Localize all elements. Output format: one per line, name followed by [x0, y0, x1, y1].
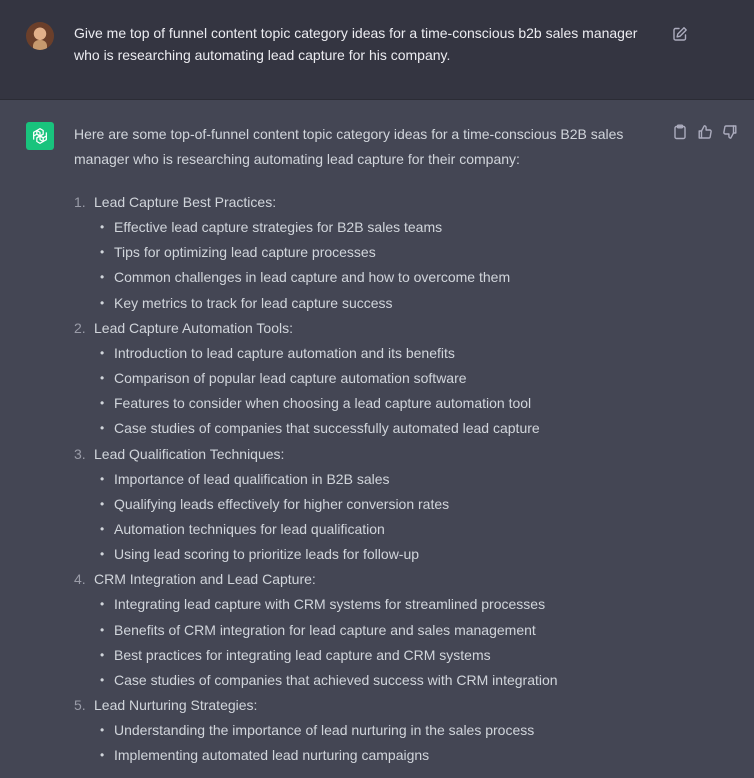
user-message-row: Give me top of funnel content topic cate…	[0, 0, 754, 100]
answer-intro: Here are some top-of-funnel content topi…	[74, 126, 624, 167]
topic-category: 5. Lead Nurturing Strategies: • Understan…	[74, 693, 674, 768]
topic-title: Lead Capture Automation Tools:	[94, 319, 293, 336]
topic-items: • Effective lead capture strategies for B…	[94, 215, 674, 316]
openai-logo-icon	[26, 122, 54, 150]
list-item: • Benefits of CRM integration for lead ca…	[100, 621, 536, 638]
list-item: • Best practices for integrating lead cap…	[100, 646, 491, 663]
topic-number: 2.	[74, 319, 86, 336]
list-item: • Case studies of companies that achieved…	[100, 672, 558, 689]
assistant-message-row: Here are some top-of-funnel content topi…	[0, 100, 754, 778]
list-item: • Common challenges in lead capture and h…	[100, 269, 511, 286]
thumbs-up-icon[interactable]	[697, 124, 713, 140]
list-item: • Using lead scoring to prioritize leads …	[100, 546, 420, 563]
topic-title: Lead Qualification Techniques:	[94, 445, 285, 462]
topic-items: • Understanding the importance of lead nu…	[94, 718, 674, 768]
topic-number: 1.	[74, 194, 86, 210]
topic-title: Lead Nurturing Strategies:	[94, 697, 258, 714]
user-message-text: Give me top of funnel content topic cate…	[74, 25, 638, 63]
list-item: • Tips for optimizing lead capture proces…	[100, 244, 376, 261]
topic-number: 4.	[74, 571, 86, 588]
list-item: • Introduction to lead capture automation…	[100, 344, 455, 361]
list-item: • Importance of lead qualification in B2B…	[100, 470, 390, 487]
list-item: • Comparison of popular lead capture auto…	[100, 370, 467, 387]
list-item: • Features to consider when choosing a le…	[100, 395, 532, 412]
clipboard-icon[interactable]	[672, 124, 688, 140]
topic-number: 3.	[74, 445, 86, 462]
list-item: • Automation techniques for lead qualific…	[100, 521, 385, 538]
topic-items: • Integrating lead capture with CRM syste…	[94, 592, 674, 693]
user-avatar	[26, 22, 54, 50]
list-item: • Effective lead capture strategies for B…	[100, 219, 443, 235]
topic-number: 5.	[74, 697, 86, 714]
list-item: • Implementing automated lead nurturing c…	[100, 747, 430, 764]
assistant-answer: Here are some top-of-funnel content topi…	[74, 122, 674, 769]
list-item: • Qualifying leads effectively for higher…	[100, 495, 450, 512]
topic-title: Lead Capture Best Practices:	[94, 194, 277, 210]
topic-category: 3. Lead Qualification Techniques: • Impor…	[74, 442, 674, 568]
list-item: • Key metrics to track for lead capture s…	[100, 294, 393, 311]
list-item: • Integrating lead capture with CRM syste…	[100, 596, 546, 613]
list-item: • Case studies of companies that successf…	[100, 420, 540, 437]
topic-category-list: 1. Lead Capture Best Practices: • Effecti…	[74, 190, 674, 769]
topic-category: 4. CRM Integration and Lead Capture: • In…	[74, 567, 674, 693]
message-actions	[672, 124, 738, 140]
topic-items: • Introduction to lead capture automation…	[94, 341, 674, 442]
topic-title: CRM Integration and Lead Capture:	[94, 571, 316, 588]
topic-category: 2. Lead Capture Automation Tools: • Intro…	[74, 316, 674, 442]
list-item: • Understanding the importance of lead nu…	[100, 722, 535, 739]
topic-items: • Importance of lead qualification in B2B…	[94, 467, 674, 568]
edit-icon[interactable]	[672, 26, 688, 42]
thumbs-down-icon[interactable]	[722, 124, 738, 140]
topic-category: 1. Lead Capture Best Practices: • Effecti…	[74, 190, 674, 316]
